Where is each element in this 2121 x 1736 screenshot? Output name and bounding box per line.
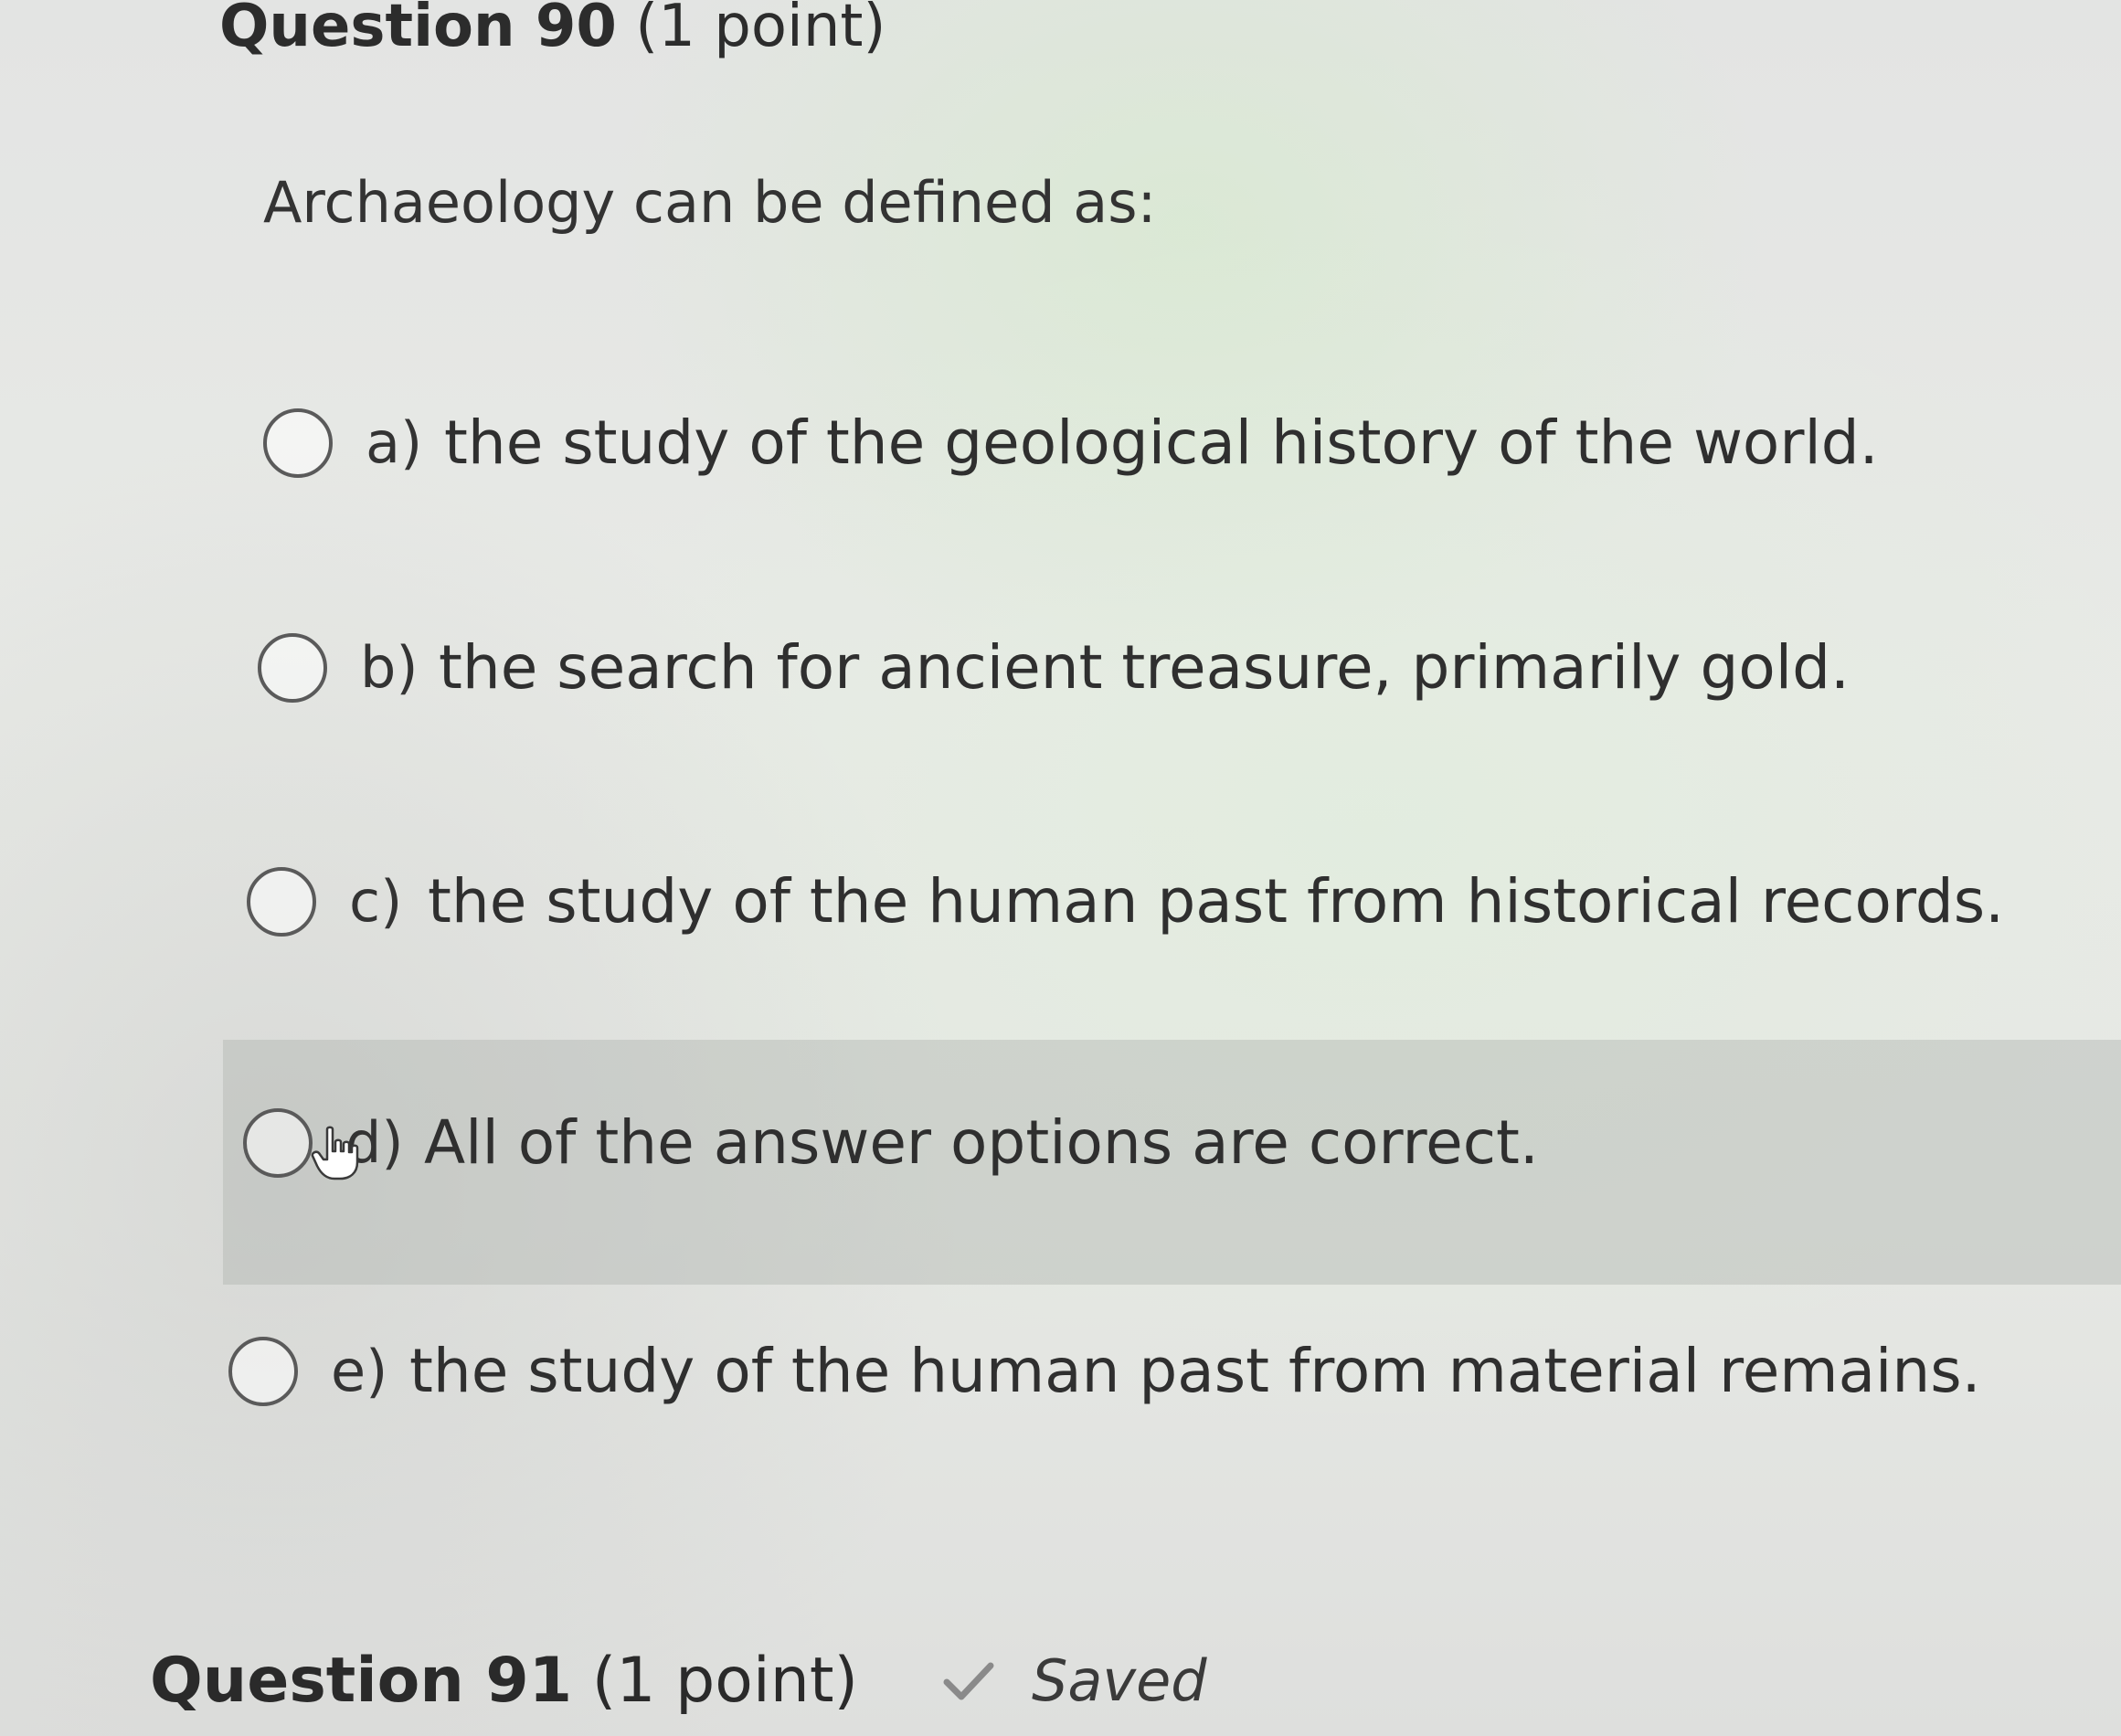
option-a-text: the study of the geological history of t… xyxy=(444,408,1879,478)
option-c-letter: c) xyxy=(349,868,403,935)
next-question-title-wrap: Question 91 (1 point) xyxy=(150,1645,858,1717)
question-prompt: Archaeology can be defined as: xyxy=(263,169,1157,236)
radio-button-a[interactable] xyxy=(263,408,333,478)
radio-button-e[interactable] xyxy=(228,1336,298,1406)
option-d[interactable]: d) All of the answer options are correct… xyxy=(243,1107,1539,1178)
question-90-header: Question 90 (1 point) xyxy=(219,0,886,60)
option-b-text: the search for ancient treasure, primari… xyxy=(439,632,1850,703)
next-question-points: (1 point) xyxy=(591,1645,859,1717)
saved-status: Saved xyxy=(1032,1647,1207,1714)
question-title: Question 90 xyxy=(219,0,617,60)
option-b-letter: b) xyxy=(360,634,419,701)
checkmark-icon xyxy=(943,1662,994,1699)
radio-button-b[interactable] xyxy=(258,632,327,703)
option-a-letter: a) xyxy=(366,409,423,476)
option-e-letter: e) xyxy=(331,1338,388,1404)
option-a[interactable]: a) the study of the geological history o… xyxy=(263,408,1879,478)
option-c[interactable]: c) the study of the human past from hist… xyxy=(247,866,2004,937)
question-91-header: Question 91 (1 point) Saved xyxy=(150,1645,1207,1717)
option-d-text: All of the answer options are correct. xyxy=(424,1107,1539,1178)
radio-button-c[interactable] xyxy=(247,866,316,937)
option-c-text: the study of the human past from histori… xyxy=(428,866,2005,937)
option-e[interactable]: e) the study of the human past from mate… xyxy=(228,1336,1981,1406)
radio-button-d[interactable] xyxy=(243,1107,313,1178)
option-b[interactable]: b) the search for ancient treasure, prim… xyxy=(258,632,1850,703)
option-e-text: the study of the human past from materia… xyxy=(409,1336,1981,1406)
next-question-title: Question 91 xyxy=(150,1645,573,1717)
hand-pointer-icon xyxy=(311,1126,359,1180)
question-points: (1 point) xyxy=(635,0,886,60)
